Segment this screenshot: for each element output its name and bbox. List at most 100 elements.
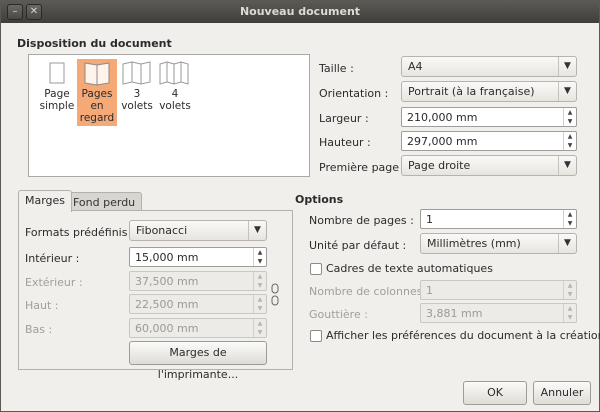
stepper-down-icon: ▼ (567, 142, 573, 149)
options-heading: Options (295, 193, 344, 206)
pages-value: 1 (426, 213, 433, 226)
stepper-up-icon: ▲ (567, 109, 573, 116)
first-page-combo[interactable]: Page droite ▼ (401, 155, 577, 176)
height-field[interactable]: 297,000 mm ▲ ▼ (401, 131, 577, 151)
stepper-down-icon: ▼ (257, 305, 263, 312)
width-value: 210,000 mm (407, 111, 478, 124)
link-margins-chain-icon[interactable] (271, 283, 279, 307)
height-label: Hauteur : (319, 136, 371, 149)
stepper-up-icon: ▲ (257, 273, 263, 280)
outer-label: Extérieur : (25, 276, 83, 289)
show-prefs-label: Afficher les préférences du document à l… (326, 329, 600, 342)
width-label: Largeur : (319, 112, 369, 125)
gutter-stepper[interactable]: ▲ ▼ (563, 304, 576, 322)
orientation-label: Orientation : (319, 87, 389, 100)
auto-frames-checkbox[interactable] (310, 263, 322, 275)
layout-label-line2: volets (159, 100, 191, 112)
stepper-up-icon: ▲ (567, 305, 573, 312)
layout-heading: Disposition du document (17, 37, 172, 50)
columns-label: Nombre de colonnes : (309, 285, 430, 298)
height-value: 297,000 mm (407, 135, 478, 148)
stepper-up-icon: ▲ (257, 320, 263, 327)
printer-margins-button[interactable]: Marges de l'imprimante... (129, 341, 267, 381)
stepper-up-icon: ▲ (567, 282, 573, 289)
stepper-down-icon: ▼ (257, 282, 263, 289)
top-value: 22,500 mm (135, 298, 199, 311)
layout-label-line1: 3 (133, 88, 141, 100)
top-label: Haut : (25, 299, 59, 312)
show-prefs-checkbox[interactable] (310, 330, 322, 342)
bottom-label: Bas : (25, 323, 53, 336)
cancel-button[interactable]: Annuler (533, 381, 591, 405)
facing-pages-icon (77, 59, 117, 87)
bottom-stepper[interactable]: ▲ ▼ (253, 319, 266, 337)
top-margin-field[interactable]: 22,500 mm ▲ ▼ (129, 294, 267, 314)
chevron-down-icon: ▼ (558, 156, 576, 175)
layout-label-line2: simple (39, 100, 75, 112)
preset-label: Formats prédéfinis : (25, 226, 135, 239)
size-value: A4 (408, 60, 423, 73)
size-label: Taille : (319, 62, 354, 75)
pages-label: Nombre de pages : (309, 214, 414, 227)
ok-button[interactable]: OK (463, 381, 527, 405)
inner-value: 15,000 mm (135, 251, 199, 264)
chevron-down-icon: ▼ (248, 221, 266, 240)
gutter-field[interactable]: 3,881 mm ▲ ▼ (420, 303, 577, 323)
stepper-down-icon: ▼ (257, 258, 263, 265)
layout-label-line3: regard (79, 112, 115, 124)
layout-single-page[interactable]: Page simple (37, 59, 77, 114)
auto-frames-label: Cadres de texte automatiques (326, 262, 493, 275)
outer-margin-field[interactable]: 37,500 mm ▲ ▼ (129, 271, 267, 291)
layout-label-line1: Pages (81, 88, 113, 100)
inner-label: Intérieur : (25, 252, 80, 265)
first-page-label: Première page : (319, 161, 407, 174)
outer-stepper[interactable]: ▲ ▼ (253, 272, 266, 290)
height-stepper[interactable]: ▲ ▼ (563, 132, 576, 150)
gutter-label: Gouttière : (309, 308, 368, 321)
layout-facing-pages[interactable]: Pages en regard (77, 59, 117, 126)
layout-four-fold[interactable]: 4 volets (155, 59, 195, 114)
window-title: Nouveau document (239, 5, 361, 18)
stepper-down-icon: ▼ (567, 291, 573, 298)
inner-margin-field[interactable]: 15,000 mm ▲ ▼ (129, 247, 267, 267)
layout-label-line2: en (90, 100, 104, 112)
chevron-down-icon: ▼ (558, 234, 576, 253)
chevron-down-icon: ▼ (558, 57, 576, 76)
stepper-down-icon: ▼ (567, 314, 573, 321)
orientation-value: Portrait (à la française) (408, 85, 535, 98)
columns-field[interactable]: 1 ▲ ▼ (420, 280, 577, 300)
stepper-up-icon: ▲ (567, 133, 573, 140)
layout-list: Page simple Pages en regard 3 volets 4 v… (28, 54, 310, 177)
unit-label: Unité par défaut : (309, 239, 407, 252)
first-page-value: Page droite (408, 159, 471, 172)
pages-field[interactable]: 1 ▲ ▼ (420, 209, 577, 229)
width-stepper[interactable]: ▲ ▼ (563, 108, 576, 126)
unit-combo[interactable]: Millimètres (mm) ▼ (420, 233, 577, 254)
layout-label-line1: 4 (171, 88, 179, 100)
preset-value: Fibonacci (136, 224, 188, 237)
tab-margins[interactable]: Marges (18, 190, 73, 212)
layout-three-fold[interactable]: 3 volets (117, 59, 157, 114)
chevron-down-icon: ▼ (558, 82, 576, 101)
preset-combo[interactable]: Fibonacci ▼ (129, 220, 267, 241)
stepper-down-icon: ▼ (257, 329, 263, 336)
three-fold-icon (117, 59, 157, 87)
single-page-icon (37, 59, 77, 87)
gutter-value: 3,881 mm (426, 307, 483, 320)
inner-stepper[interactable]: ▲ ▼ (253, 248, 266, 266)
stepper-up-icon: ▲ (567, 211, 573, 218)
layout-label-line1: Page (44, 88, 70, 100)
four-fold-icon (155, 59, 195, 87)
bottom-margin-field[interactable]: 60,000 mm ▲ ▼ (129, 318, 267, 338)
tab-bleed[interactable]: Fond perdu (66, 192, 143, 212)
size-combo[interactable]: A4 ▼ (401, 56, 577, 77)
top-stepper[interactable]: ▲ ▼ (253, 295, 266, 313)
stepper-down-icon: ▼ (567, 118, 573, 125)
stepper-down-icon: ▼ (567, 220, 573, 227)
columns-stepper[interactable]: ▲ ▼ (563, 281, 576, 299)
width-field[interactable]: 210,000 mm ▲ ▼ (401, 107, 577, 127)
bottom-value: 60,000 mm (135, 322, 199, 335)
orientation-combo[interactable]: Portrait (à la française) ▼ (401, 81, 577, 102)
layout-label-line2: volets (121, 100, 153, 112)
pages-stepper[interactable]: ▲ ▼ (563, 210, 576, 228)
